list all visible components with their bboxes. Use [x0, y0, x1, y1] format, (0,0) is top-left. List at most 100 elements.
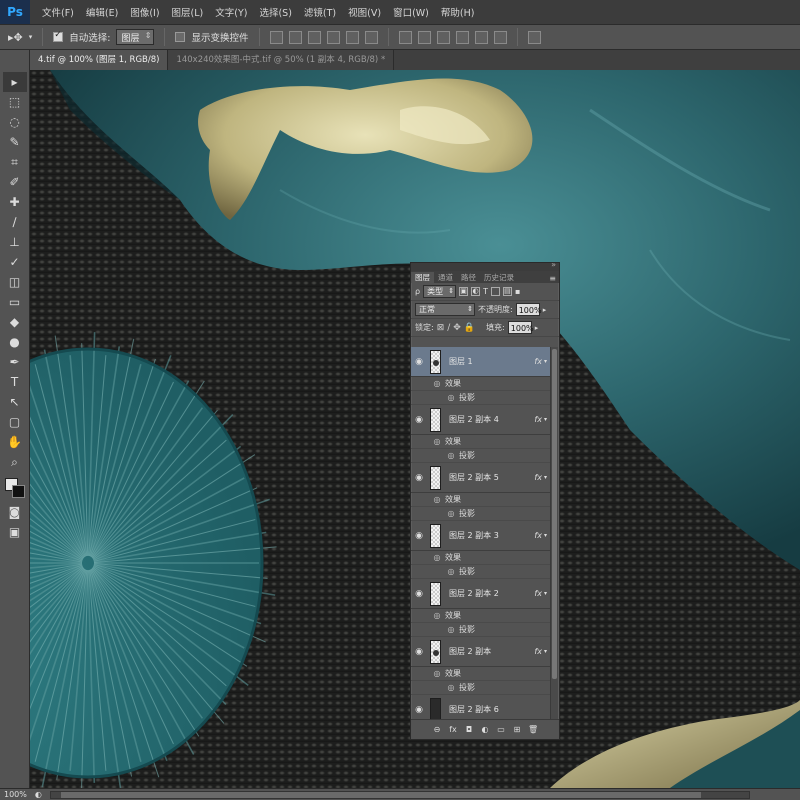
- filter-toggle-icon[interactable]: ▪: [515, 287, 520, 296]
- expand-effects-icon[interactable]: ▾: [544, 648, 547, 655]
- menu-item[interactable]: 窗口(W): [393, 5, 429, 19]
- dodge-icon[interactable]: ●: [3, 332, 27, 352]
- lock-image-icon[interactable]: ∕: [447, 323, 450, 333]
- mask-icon[interactable]: ◘: [464, 725, 474, 734]
- eyedropper-icon[interactable]: ✐: [3, 172, 27, 192]
- fx-icon[interactable]: fx: [534, 415, 542, 424]
- expand-effects-icon[interactable]: ▾: [544, 590, 547, 597]
- visibility-eye-icon[interactable]: ◉: [411, 415, 427, 425]
- scrollbar-thumb[interactable]: [60, 791, 701, 798]
- filter-type-icon[interactable]: T: [483, 287, 488, 296]
- fx-icon[interactable]: fx: [534, 647, 542, 656]
- align-hcenter-icon[interactable]: [345, 30, 359, 44]
- align-vcenter-icon[interactable]: [288, 30, 302, 44]
- brush-icon[interactable]: ∕: [3, 212, 27, 232]
- tab-layers[interactable]: 图层: [411, 272, 434, 283]
- layer-row[interactable]: ◉ 图层 2 副本 fx ▾: [411, 637, 551, 667]
- layer-row[interactable]: ◉ 图层 2 副本 4 fx ▾: [411, 405, 551, 435]
- link-icon[interactable]: ⊖: [432, 725, 442, 734]
- filter-kind-dropdown[interactable]: 类型: [423, 285, 457, 298]
- group-icon[interactable]: ▭: [496, 725, 506, 734]
- visibility-eye-icon[interactable]: ◎: [429, 379, 445, 388]
- lock-position-icon[interactable]: ✥: [453, 323, 461, 333]
- visibility-eye-icon[interactable]: ◎: [443, 451, 459, 460]
- menu-item[interactable]: 文件(F): [42, 5, 74, 19]
- visibility-eye-icon[interactable]: ◉: [411, 589, 427, 599]
- healing-icon[interactable]: ✚: [3, 192, 27, 212]
- fx-icon[interactable]: fx: [534, 531, 542, 540]
- effect-row[interactable]: ◎ 投影: [411, 681, 551, 695]
- crop-icon[interactable]: ⌗: [3, 152, 27, 172]
- effect-row[interactable]: ◎ 投影: [411, 391, 551, 405]
- layer-row[interactable]: ◉ 图层 2 副本 6: [411, 695, 551, 719]
- distribute-vcenter-icon[interactable]: [417, 30, 431, 44]
- tab-paths[interactable]: 路径: [457, 272, 480, 283]
- screen-mode-icon[interactable]: ▣: [3, 522, 27, 542]
- tool-preset-dropdown-icon[interactable]: ▾: [29, 33, 33, 41]
- distribute-left-icon[interactable]: [455, 30, 469, 44]
- visibility-eye-icon[interactable]: ◉: [411, 357, 427, 367]
- effects-row[interactable]: ◎ 效果: [411, 435, 551, 449]
- auto-align-icon[interactable]: [527, 30, 541, 44]
- opacity-field[interactable]: 100%: [515, 303, 542, 316]
- distribute-right-icon[interactable]: [493, 30, 507, 44]
- document-tab[interactable]: 140x240效果图-中式.tif @ 50% (1 副本 4, RGB/8) …: [168, 50, 395, 70]
- marquee-icon[interactable]: ⬚: [3, 92, 27, 112]
- fx-icon[interactable]: fx: [534, 589, 542, 598]
- fx-icon[interactable]: fx: [534, 473, 542, 482]
- visibility-eye-icon[interactable]: ◎: [443, 509, 459, 518]
- effects-row[interactable]: ◎ 效果: [411, 609, 551, 623]
- history-brush-icon[interactable]: ✓: [3, 252, 27, 272]
- effects-row[interactable]: ◎ 效果: [411, 551, 551, 565]
- expand-effects-icon[interactable]: ▾: [544, 358, 547, 365]
- visibility-eye-icon[interactable]: ◎: [429, 553, 445, 562]
- effects-row[interactable]: ◎ 效果: [411, 493, 551, 507]
- menu-item[interactable]: 滤镜(T): [304, 5, 336, 19]
- hand-icon[interactable]: ✋: [3, 432, 27, 452]
- collapse-panel-icon[interactable]: »: [551, 263, 556, 269]
- lock-all-icon[interactable]: 🔒: [464, 323, 475, 333]
- gradient-icon[interactable]: ▭: [3, 292, 27, 312]
- new-layer-icon[interactable]: ⊞: [512, 725, 522, 734]
- move-icon[interactable]: ▸: [2, 72, 27, 92]
- layer-row[interactable]: ◉ 图层 2 副本 3 fx ▾: [411, 521, 551, 551]
- menu-item[interactable]: 帮助(H): [441, 5, 475, 19]
- filter-pixel-icon[interactable]: ▣: [459, 287, 469, 296]
- align-left-icon[interactable]: [326, 30, 340, 44]
- align-bottom-icon[interactable]: [307, 30, 321, 44]
- effect-row[interactable]: ◎ 投影: [411, 507, 551, 521]
- quick-select-icon[interactable]: ✎: [3, 132, 27, 152]
- distribute-top-icon[interactable]: [398, 30, 412, 44]
- fill-slider-icon[interactable]: ▸: [535, 324, 539, 332]
- layer-row[interactable]: ◉ 图层 1 fx ▾: [411, 347, 551, 377]
- expand-effects-icon[interactable]: ▾: [544, 416, 547, 423]
- scrollbar-thumb[interactable]: [552, 349, 557, 679]
- visibility-eye-icon[interactable]: ◎: [443, 683, 459, 692]
- visibility-eye-icon[interactable]: ◎: [429, 669, 445, 678]
- filter-shape-icon[interactable]: [490, 287, 500, 296]
- zoom-level[interactable]: 100%: [4, 790, 27, 799]
- visibility-eye-icon[interactable]: ◎: [443, 567, 459, 576]
- visibility-eye-icon[interactable]: ◎: [429, 437, 445, 446]
- pen-icon[interactable]: ✒: [3, 352, 27, 372]
- lock-transparency-icon[interactable]: ⊠: [437, 323, 445, 333]
- show-transform-checkbox[interactable]: [175, 32, 186, 42]
- fx-icon[interactable]: fx: [448, 725, 458, 734]
- quick-mask-icon[interactable]: ◙: [3, 502, 27, 522]
- blend-mode-dropdown[interactable]: 正常: [415, 303, 475, 316]
- blur-icon[interactable]: ◆: [3, 312, 27, 332]
- menu-item[interactable]: 图层(L): [172, 5, 204, 19]
- effect-row[interactable]: ◎ 投影: [411, 449, 551, 463]
- menu-item[interactable]: 图像(I): [130, 5, 159, 19]
- expand-effects-icon[interactable]: ▾: [544, 532, 547, 539]
- layer-row[interactable]: ◉ 图层 2 副本 2 fx ▾: [411, 579, 551, 609]
- color-swatches[interactable]: [3, 476, 27, 502]
- visibility-eye-icon[interactable]: ◎: [429, 495, 445, 504]
- visibility-eye-icon[interactable]: ◉: [411, 647, 427, 657]
- type-icon[interactable]: T: [3, 372, 27, 392]
- menu-item[interactable]: 选择(S): [259, 5, 291, 19]
- eraser-icon[interactable]: ◫: [3, 272, 27, 292]
- expand-effects-icon[interactable]: ▾: [544, 474, 547, 481]
- auto-select-checkbox[interactable]: [53, 30, 64, 42]
- align-right-icon[interactable]: [364, 30, 378, 44]
